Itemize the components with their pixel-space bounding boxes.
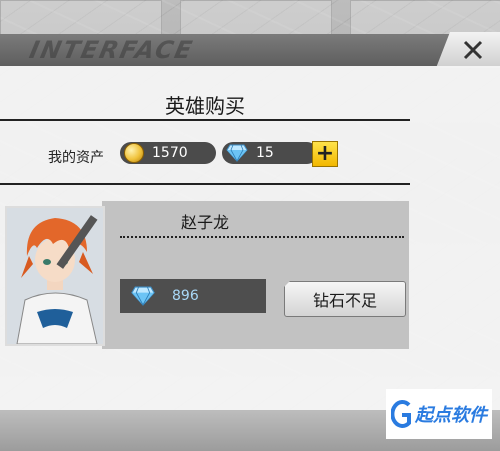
diamond-icon <box>130 286 156 306</box>
assets-divider <box>0 183 410 185</box>
gold-value: 1570 <box>152 145 188 161</box>
hero-price: 896 <box>120 279 266 313</box>
close-icon <box>463 40 483 60</box>
watermark-text: 起点软件 <box>415 405 487 426</box>
diamond-value: 15 <box>256 145 274 161</box>
price-value: 896 <box>172 288 199 304</box>
diamond-balance: 15 <box>222 142 318 164</box>
gold-balance: 1570 <box>120 142 216 164</box>
hero-portrait <box>5 206 105 346</box>
insufficient-diamonds-button[interactable]: 钻石不足 <box>284 281 406 317</box>
dialog-title: 英雄购买 <box>165 94 245 118</box>
header-deco-text: INTERFACE <box>27 36 197 64</box>
title-divider <box>0 119 410 121</box>
name-divider <box>120 236 404 238</box>
diamond-icon <box>226 144 248 162</box>
logo-icon <box>391 400 411 428</box>
gold-coin-icon <box>124 143 144 163</box>
add-diamonds-button[interactable]: + <box>312 141 338 167</box>
assets-label: 我的资产 <box>48 150 104 166</box>
hero-name: 赵子龙 <box>180 213 229 232</box>
watermark-logo: 起点软件 <box>386 389 492 439</box>
